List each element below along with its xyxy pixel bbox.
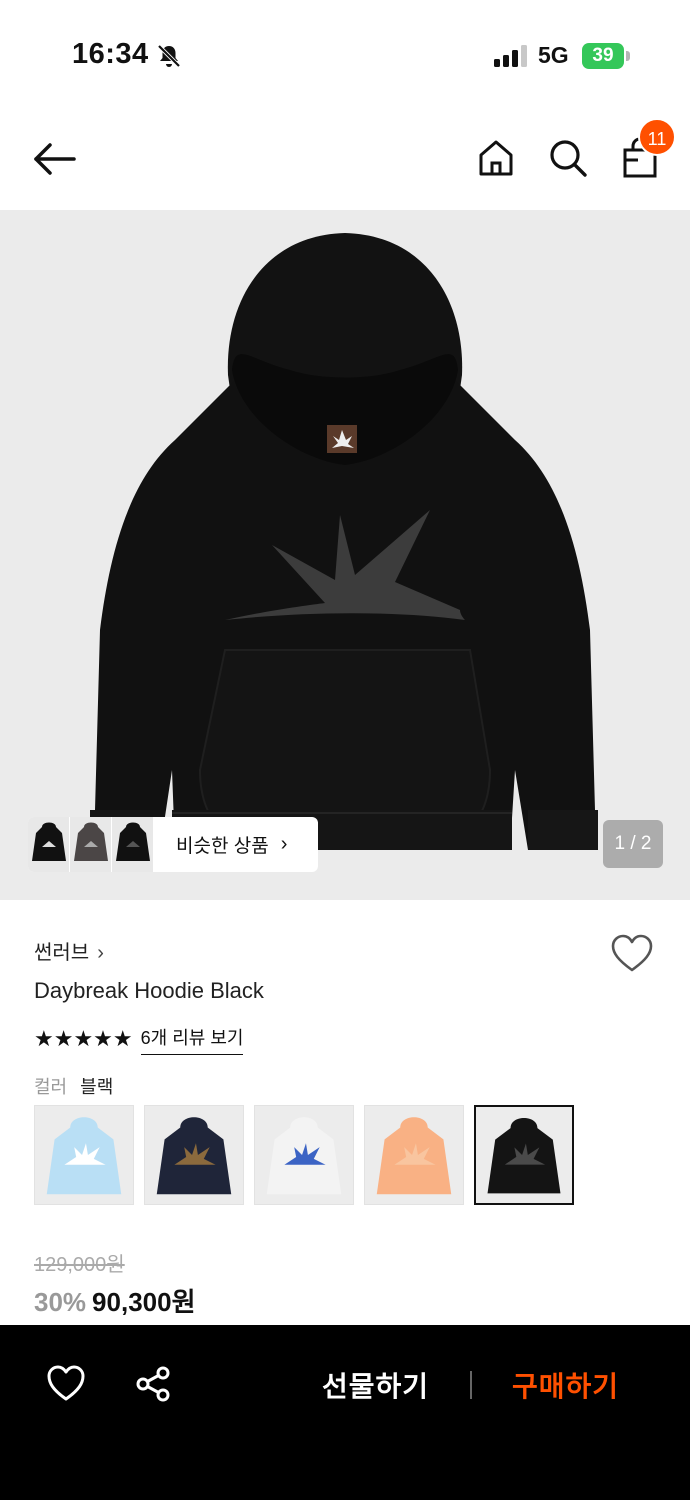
bell-off-icon xyxy=(157,44,181,68)
price-row: 30% 90,300원 xyxy=(34,1282,196,1319)
review-link[interactable]: 6개 리뷰 보기 xyxy=(140,1024,244,1055)
brand-link[interactable]: 썬러브 › xyxy=(34,936,104,965)
similar-products-label: 비슷한 상품 xyxy=(176,836,269,857)
swatch-hoodie-image xyxy=(156,1117,232,1195)
color-value: 블랙 xyxy=(80,1077,114,1097)
chevron-right-icon: › xyxy=(280,833,288,855)
swatch-hoodie-image xyxy=(46,1117,122,1195)
similar-thumb-3 xyxy=(112,817,154,872)
star-rating: ★★★★★ xyxy=(34,1026,133,1051)
product-image-gallery[interactable]: 비슷한 상품 › 1 / 2 xyxy=(0,210,690,900)
signal-icon xyxy=(494,45,527,67)
bottom-action-bar: 선물하기 구매하기 xyxy=(0,1325,690,1500)
color-swatch[interactable] xyxy=(144,1105,244,1205)
share-icon[interactable] xyxy=(134,1365,172,1403)
original-price: 129,000원 xyxy=(34,1254,125,1276)
color-swatch[interactable] xyxy=(34,1105,134,1205)
color-label: 컬러 xyxy=(34,1077,68,1097)
image-page-indicator: 1 / 2 xyxy=(603,820,663,868)
action-divider xyxy=(470,1371,472,1399)
brand-name: 썬러브 xyxy=(34,942,90,964)
cart-count-badge: 11 xyxy=(638,118,676,156)
product-name: Daybreak Hoodie Black xyxy=(34,978,264,1003)
sale-price: 90,300원 xyxy=(92,1287,196,1317)
color-swatch-list xyxy=(34,1105,584,1205)
battery-level: 39 xyxy=(582,43,624,69)
buy-button[interactable]: 구매하기 xyxy=(512,1365,619,1405)
color-swatch[interactable] xyxy=(474,1105,574,1205)
top-nav xyxy=(0,110,690,210)
chevron-right-icon: › xyxy=(97,942,104,964)
swatch-hoodie-image xyxy=(266,1117,342,1195)
heart-icon[interactable] xyxy=(46,1365,86,1403)
search-icon[interactable] xyxy=(546,136,590,180)
swatch-hoodie-image xyxy=(487,1118,561,1194)
heart-icon[interactable] xyxy=(610,934,654,974)
product-photo xyxy=(0,233,690,900)
color-swatch[interactable] xyxy=(364,1105,464,1205)
color-row: 컬러 블랙 xyxy=(34,1073,113,1099)
network-type: 5G xyxy=(538,42,569,68)
gift-button[interactable]: 선물하기 xyxy=(322,1365,429,1405)
similar-thumb-1 xyxy=(28,817,70,872)
home-icon[interactable] xyxy=(474,136,518,180)
swatch-hoodie-image xyxy=(376,1117,452,1195)
discount-rate: 30% xyxy=(34,1287,87,1317)
battery-icon: 39 xyxy=(582,43,630,69)
similar-thumb-2 xyxy=(70,817,112,872)
similar-products-button[interactable]: 비슷한 상품 › xyxy=(28,817,318,872)
back-arrow-icon[interactable] xyxy=(30,138,80,180)
status-bar: 16:34 5G 39 xyxy=(0,0,690,110)
status-time: 16:34 xyxy=(72,38,149,70)
color-swatch[interactable] xyxy=(254,1105,354,1205)
rating-row: ★★★★★ 6개 리뷰 보기 xyxy=(34,1024,244,1055)
